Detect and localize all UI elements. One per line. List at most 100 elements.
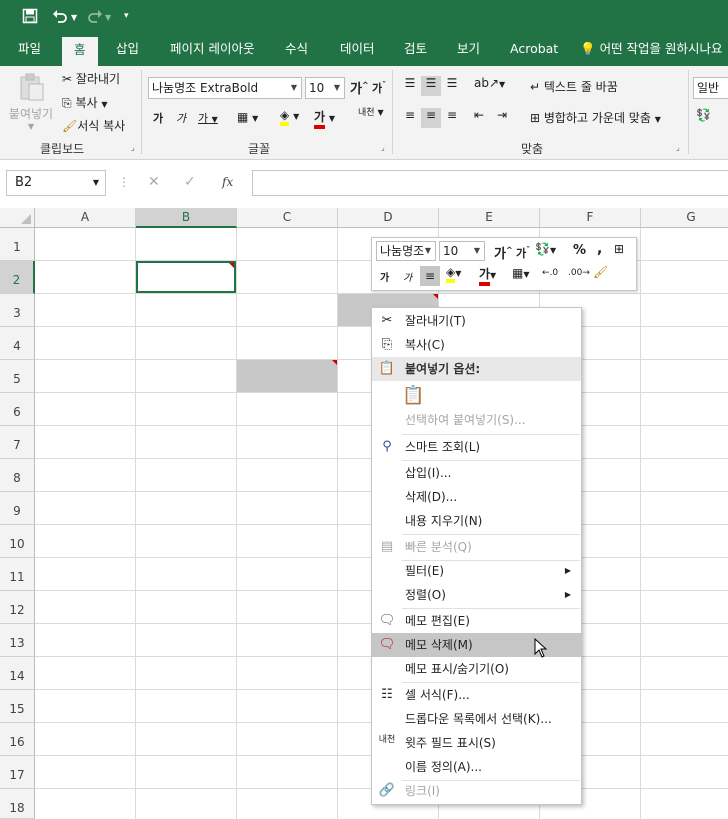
align-center-icon[interactable]: ≡ (421, 108, 441, 128)
phonetic-guide-button[interactable]: 내천 ▼ (358, 108, 384, 118)
number-format-dropdown[interactable]: 일반 (693, 77, 728, 99)
menu-item-link[interactable]: 🔗 링크(I) (372, 779, 581, 803)
name-box[interactable]: B2 ▼ (6, 170, 106, 196)
row-header[interactable]: 4 (0, 327, 35, 360)
font-name-dropdown[interactable]: 나눔명조 ExtraBold ▼ (148, 77, 302, 99)
row-header[interactable]: 2 (0, 261, 35, 294)
dialog-launcher-icon[interactable]: ⌟ (131, 143, 135, 152)
tell-me[interactable]: 💡 어떤 작업을 원하시나요 (580, 36, 723, 66)
tab-acrobat[interactable]: Acrobat (510, 36, 558, 66)
menu-item-delete[interactable]: 삭제(D)... (372, 485, 581, 509)
select-all-button[interactable] (0, 208, 35, 228)
grow-font-icon[interactable]: 가^ (494, 243, 513, 262)
accounting-format-icon[interactable]: 💱▼ (535, 242, 556, 256)
mini-fill-color-button[interactable]: ◈▼ (446, 265, 461, 283)
menu-item-sort[interactable]: 정렬(O) ▶ (372, 583, 581, 607)
menu-item-copy[interactable]: ⎘ 복사(C) (372, 333, 581, 357)
decrease-indent-icon[interactable]: ⇤ (474, 108, 484, 122)
tab-home[interactable]: 홈 (62, 37, 98, 66)
wrap-text-button[interactable]: ↵ 텍스트 줄 바꿈 (530, 78, 618, 95)
row-header[interactable]: 12 (0, 591, 35, 624)
row-header[interactable]: 14 (0, 657, 35, 690)
tab-file[interactable]: 파일 (18, 36, 41, 66)
mini-bold-button[interactable]: 가 (380, 269, 389, 284)
column-header[interactable]: D (338, 208, 439, 228)
menu-item-format-cells[interactable]: ☷ 셀 서식(F)... (372, 683, 581, 707)
row-header[interactable]: 7 (0, 426, 35, 459)
row-header[interactable]: 3 (0, 294, 35, 327)
bold-button[interactable]: 가 (153, 110, 163, 126)
customize-icon[interactable]: ▾ (124, 11, 129, 21)
mini-font-dropdown[interactable]: 나눔명조 ▼ (376, 241, 436, 261)
merge-center-button[interactable]: ⊞ 병합하고 가운데 맞춤 ▼ (530, 109, 661, 126)
format-painter-button[interactable]: 🖌서식 복사 (62, 117, 125, 134)
column-header[interactable]: E (439, 208, 540, 228)
align-left-icon[interactable]: ≡ (400, 108, 420, 128)
align-bottom-icon[interactable]: ☰ (442, 76, 462, 96)
column-header[interactable]: C (237, 208, 338, 228)
merge-center-icon[interactable]: ⊞ (614, 242, 624, 256)
enter-icon[interactable]: ✓ (184, 174, 196, 190)
mini-font-color-button[interactable]: 가▼ (479, 265, 496, 286)
comma-style-button[interactable]: , (597, 241, 602, 257)
decrease-decimal-icon[interactable]: .00→ (568, 268, 590, 278)
row-header[interactable]: 18 (0, 789, 35, 819)
dialog-launcher-icon[interactable]: ⌟ (676, 143, 680, 152)
dialog-launcher-icon[interactable]: ⌟ (381, 143, 385, 152)
row-header[interactable]: 10 (0, 525, 35, 558)
menu-item-quick-analysis[interactable]: ▤ 빠른 분석(Q) (372, 535, 581, 559)
menu-item-smart-lookup[interactable]: ⚲ 스마트 조회(L) (372, 435, 581, 459)
cell-c5[interactable] (237, 360, 337, 392)
menu-item-delete-comment[interactable]: 🗨 메모 삭제(M) (372, 633, 581, 658)
tab-data[interactable]: 데이터 (340, 36, 375, 66)
menu-item-edit-comment[interactable]: 🗨 메모 편집(E) (372, 609, 581, 633)
row-header[interactable]: 17 (0, 756, 35, 789)
redo-dropdown-icon[interactable]: ▼ (105, 13, 111, 22)
align-middle-icon[interactable]: ☰ (421, 76, 441, 96)
menu-item-pick-dropdown[interactable]: 드롭다운 목록에서 선택(K)... (372, 707, 581, 731)
column-header[interactable]: G (641, 208, 728, 228)
row-header[interactable]: 9 (0, 492, 35, 525)
tab-view[interactable]: 보기 (457, 36, 480, 66)
insert-function-button[interactable]: fx (222, 175, 233, 189)
tab-formulas[interactable]: 수식 (285, 36, 308, 66)
format-painter-icon[interactable]: 🖌 (593, 265, 608, 279)
mini-borders-button[interactable]: ▦▼ (512, 266, 530, 280)
fill-color-button[interactable]: ◈ ▼ (280, 108, 299, 126)
menu-item-show-hide-comments[interactable]: 메모 표시/숨기기(O) (372, 657, 581, 681)
menu-item-define-name[interactable]: 이름 정의(A)... (372, 755, 581, 779)
cancel-icon[interactable]: ✕ (148, 174, 160, 190)
menu-item-clear[interactable]: 내용 지우기(N) (372, 509, 581, 533)
menu-item-filter[interactable]: 필터(E) ▶ (372, 559, 581, 583)
mini-italic-button[interactable]: 가 (403, 269, 412, 284)
align-right-icon[interactable]: ≡ (442, 108, 462, 128)
menu-item-phonetic-field[interactable]: 내천 윗주 필드 표시(S) (372, 731, 581, 755)
undo-icon[interactable] (52, 8, 68, 28)
align-top-icon[interactable]: ☰ (400, 76, 420, 96)
paste-option-icon[interactable]: 📋 (402, 385, 424, 406)
orientation-button[interactable]: ab↗▼ (474, 76, 505, 90)
increase-indent-icon[interactable]: ⇥ (497, 108, 507, 122)
tab-insert[interactable]: 삽입 (116, 36, 139, 66)
menu-item-paste-special[interactable]: 선택하여 붙여넣기(S)... (372, 408, 581, 432)
accounting-format-icon[interactable]: 💱 (696, 108, 711, 122)
save-icon[interactable] (22, 8, 38, 28)
row-header[interactable]: 11 (0, 558, 35, 591)
row-header[interactable]: 15 (0, 690, 35, 723)
shrink-font-button[interactable]: 가ˇ (372, 80, 386, 96)
mini-align-center-icon[interactable]: ≡ (420, 266, 440, 286)
menu-item-insert[interactable]: 삽입(I)... (372, 461, 581, 485)
borders-button[interactable]: ▦ ▼ (237, 110, 258, 124)
cut-button[interactable]: ✂ 잘라내기 (62, 70, 120, 87)
row-header[interactable]: 5 (0, 360, 35, 393)
column-header[interactable]: A (35, 208, 136, 228)
row-header[interactable]: 13 (0, 624, 35, 657)
mini-size-dropdown[interactable]: 10 ▼ (439, 241, 485, 261)
italic-button[interactable]: 가 (176, 110, 186, 126)
shrink-font-icon[interactable]: 가ˇ (516, 245, 530, 261)
increase-decimal-icon[interactable]: ←.0 (542, 268, 558, 278)
menu-item-cut[interactable]: ✂ 잘라내기(T) (372, 309, 581, 333)
cell-b2[interactable] (136, 261, 236, 293)
font-color-button[interactable]: 가 ▼ (314, 108, 335, 129)
row-header[interactable]: 8 (0, 459, 35, 492)
